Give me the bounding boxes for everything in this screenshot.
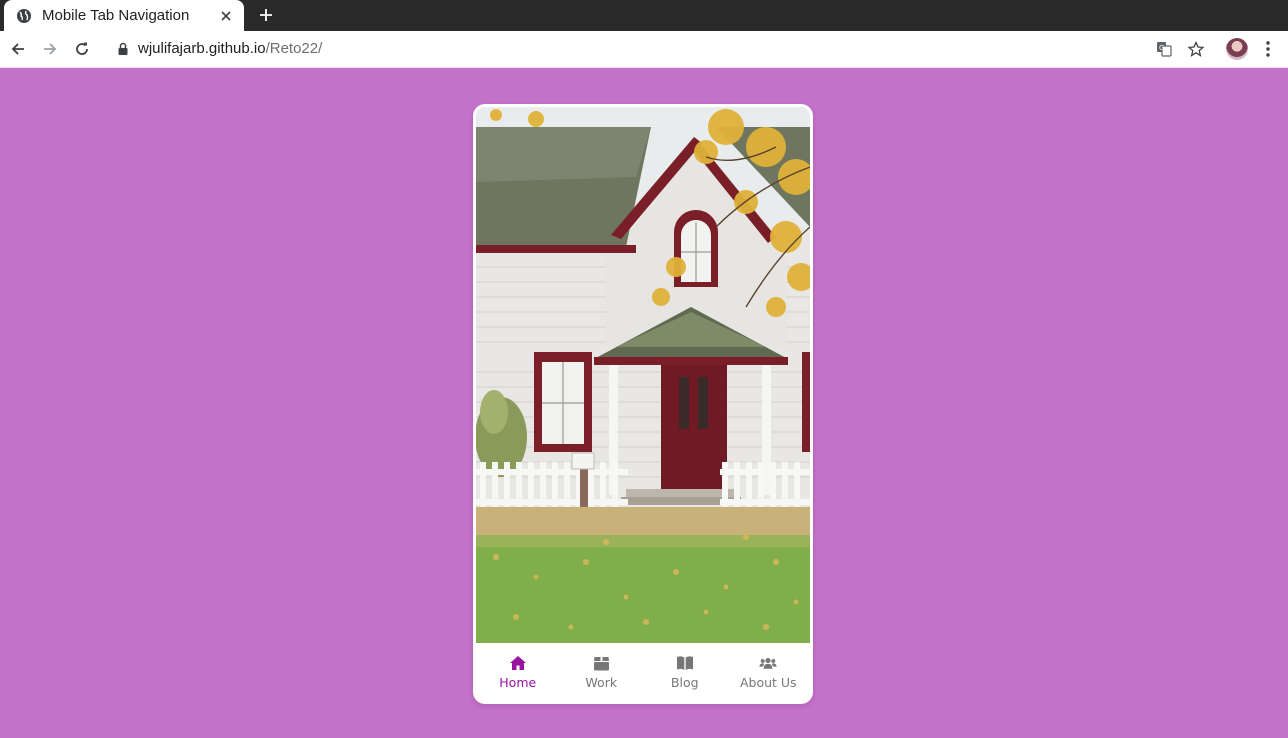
tab-about-us[interactable]: About Us	[727, 643, 811, 701]
tab-title: Mobile Tab Navigation	[42, 7, 190, 24]
users-icon	[759, 654, 777, 672]
address-bar[interactable]: wjulifajarb.github.io/Reto22/	[104, 35, 1216, 64]
tab-blog[interactable]: Blog	[643, 643, 727, 701]
profile-avatar[interactable]	[1226, 38, 1248, 60]
arrow-left-icon	[11, 43, 24, 55]
browser-tab-strip: Mobile Tab Navigation	[0, 0, 1288, 31]
back-button[interactable]	[8, 39, 28, 59]
url-host: wjulifajarb.github.io	[138, 40, 266, 57]
url-path: /Reto22/	[265, 40, 323, 57]
bookmark-star-icon[interactable]	[1186, 39, 1206, 59]
browser-toolbar: wjulifajarb.github.io/Reto22/ G	[0, 31, 1288, 68]
tab-home[interactable]: Home	[476, 643, 560, 701]
translate-icon[interactable]: G	[1154, 39, 1174, 59]
box-icon	[592, 654, 610, 672]
phone-frame: Home Work Blog About Us	[473, 104, 813, 704]
tab-work-label: Work	[585, 675, 618, 690]
bottom-tab-bar: Home Work Blog About Us	[476, 643, 810, 701]
globe-icon	[16, 8, 32, 24]
new-tab-button[interactable]	[255, 4, 277, 26]
browser-tab[interactable]: Mobile Tab Navigation	[4, 0, 244, 31]
lock-icon	[116, 42, 130, 56]
menu-kebab-icon[interactable]	[1258, 39, 1278, 59]
reload-button[interactable]	[72, 39, 92, 59]
home-icon	[509, 654, 527, 672]
forward-button[interactable]	[40, 39, 60, 59]
svg-text:G: G	[1159, 44, 1164, 52]
reload-icon	[76, 42, 88, 55]
tab-blog-label: Blog	[670, 675, 699, 690]
tab-about-us-label: About Us	[739, 675, 797, 690]
close-tab-icon[interactable]	[218, 8, 234, 24]
url-text: wjulifajarb.github.io/Reto22/	[138, 40, 322, 57]
tab-work[interactable]: Work	[560, 643, 644, 701]
arrow-right-icon	[44, 43, 57, 55]
house-photo	[476, 107, 810, 643]
tab-home-label: Home	[499, 675, 537, 690]
book-icon	[676, 654, 694, 672]
